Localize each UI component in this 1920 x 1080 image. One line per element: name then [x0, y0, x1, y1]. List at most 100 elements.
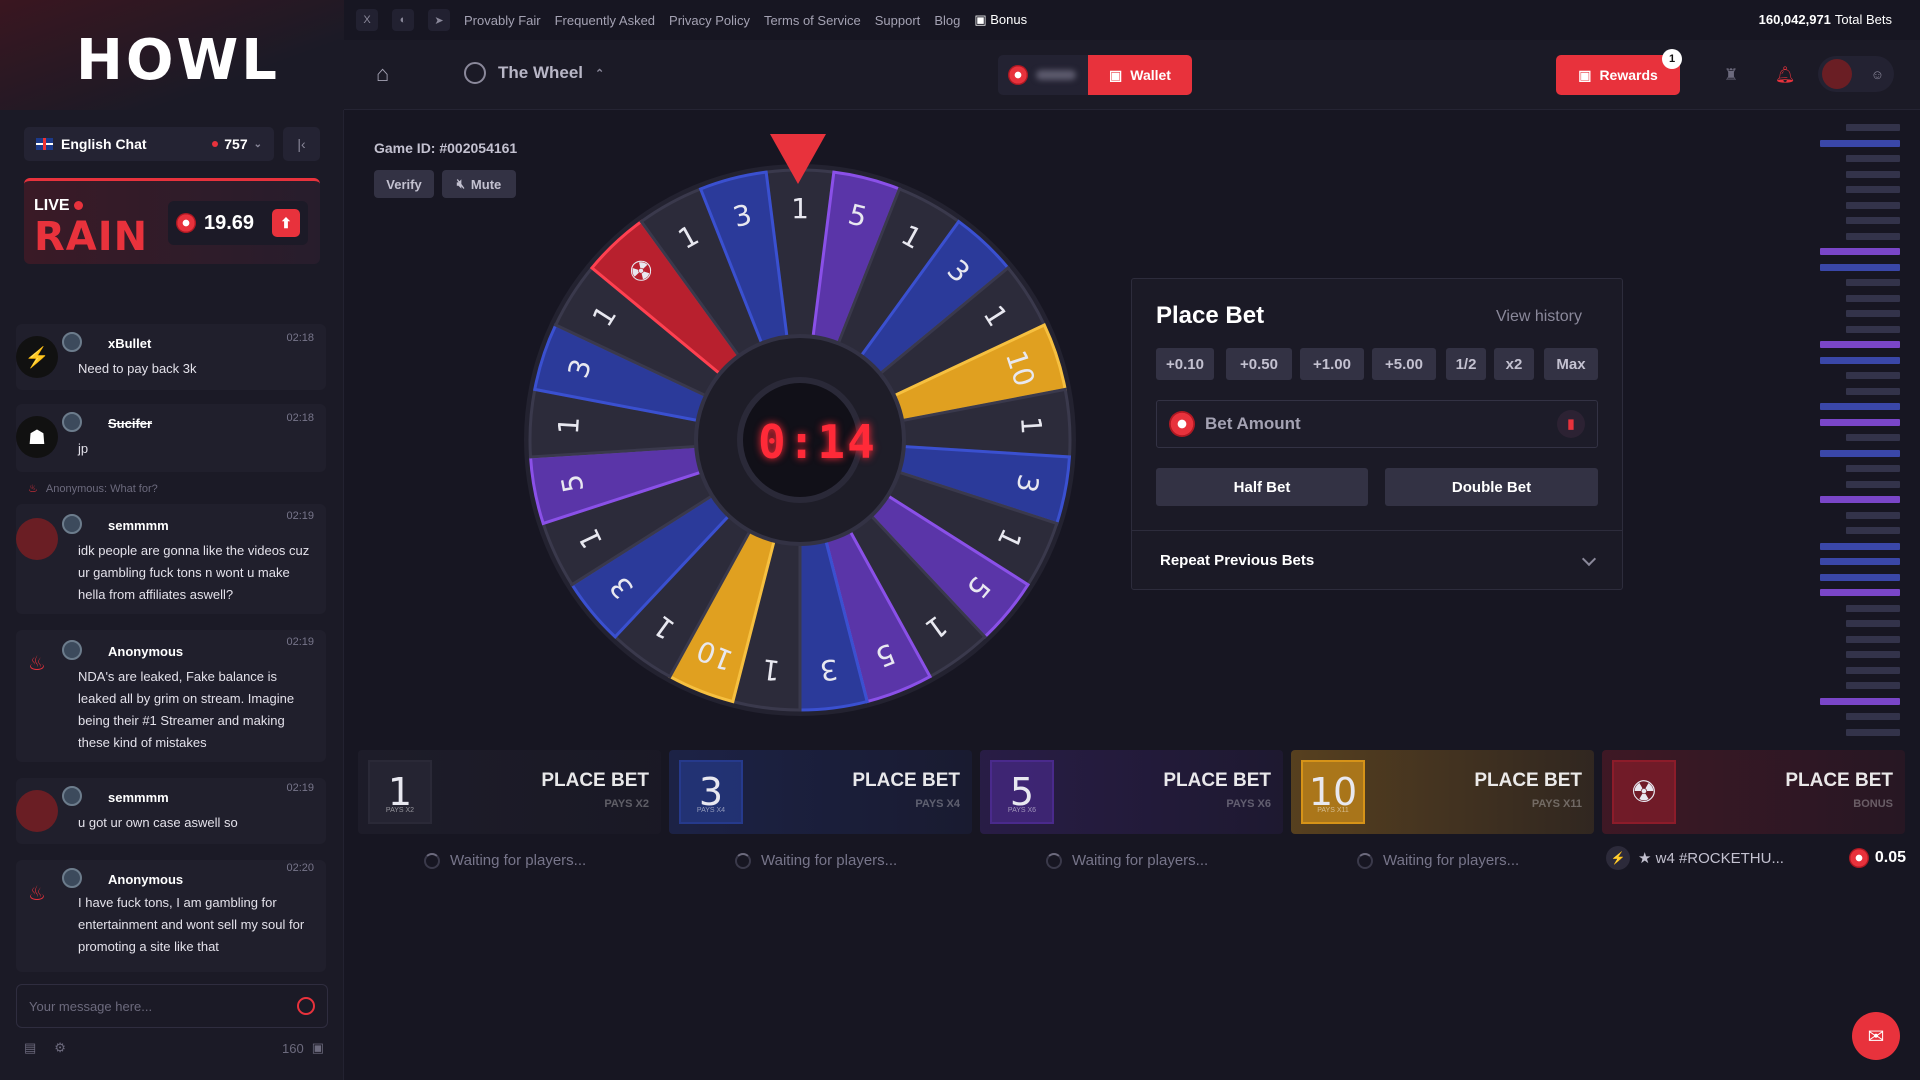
x-icon[interactable]: X [356, 9, 378, 31]
chat-message: ☗ Sucifer 02:18 jp [16, 404, 326, 472]
history-bar [1846, 325, 1900, 333]
home-icon[interactable]: ⌂ [376, 61, 402, 87]
bet-tile-5[interactable]: 5 PAYS X6 PLACE BET PAYS X6 [980, 750, 1283, 834]
message-username[interactable]: semmmm [108, 790, 169, 805]
place-bet-title: Place Bet [1156, 302, 1265, 329]
bonus-label: Bonus [990, 12, 1028, 27]
nav-terms[interactable]: Terms of Service [764, 13, 861, 28]
chat-input-placeholder: Your message here... [29, 998, 153, 1014]
message-username[interactable]: Anonymous [108, 872, 183, 887]
message-username[interactable]: semmmm [108, 518, 169, 533]
profile-menu[interactable]: ☺ [1818, 56, 1894, 92]
half-quick-button[interactable]: 1/2 [1446, 348, 1486, 380]
bet-amount-input[interactable]: Bet Amount ▮ [1156, 400, 1598, 448]
view-history-link[interactable]: View history [1496, 308, 1582, 326]
double-quick-button[interactable]: x2 [1494, 348, 1534, 380]
message-text: idk people are gonna like the videos cuz… [78, 543, 310, 602]
flame-avatar-icon[interactable]: ♨ [16, 642, 58, 684]
message-username[interactable]: Anonymous [108, 644, 183, 659]
avatar [1822, 59, 1852, 89]
message-username[interactable]: xBullet [108, 336, 151, 351]
user-avatar[interactable]: ☗ [16, 416, 58, 458]
bet-tile-1[interactable]: 1 PAYS X2 PLACE BET PAYS X2 [358, 750, 661, 834]
repeat-previous-bets[interactable]: Repeat Previous Bets [1132, 530, 1622, 590]
half-bet-button[interactable]: Half Bet [1156, 468, 1368, 506]
tile-multiplier: BONUS [1853, 798, 1893, 810]
message-time: 02:19 [286, 510, 314, 522]
history-bar [1846, 170, 1900, 178]
nav-support[interactable]: Support [875, 13, 921, 28]
bet-tile-10[interactable]: 10 PAYS X11 PLACE BET PAYS X11 [1291, 750, 1594, 834]
live-dot-icon [74, 201, 84, 210]
history-bar [1820, 248, 1900, 255]
user-avatar: ⚡ [1606, 846, 1630, 870]
max-button[interactable]: Max [1544, 348, 1598, 380]
wallet-button[interactable]: ▣ Wallet [1088, 55, 1192, 95]
game-selector[interactable]: The Wheel ⌃ [464, 62, 604, 84]
chat-input[interactable]: Your message here... [16, 984, 328, 1028]
nav-bonus[interactable]: ▣ Bonus [974, 12, 1027, 28]
verify-button[interactable]: Verify [374, 170, 434, 198]
balance-display[interactable] [998, 55, 1088, 95]
chat-room-select[interactable]: English Chat 757 ⌄ [24, 127, 274, 161]
tile-pays: PAYS X4 [696, 807, 726, 814]
rain-live-label: LIVE [34, 197, 84, 215]
rewards-label: Rewards [1599, 67, 1658, 83]
settings-icon[interactable]: ⚙ [54, 1040, 66, 1056]
trophy-icon[interactable]: ♜ [1720, 64, 1742, 86]
add-0-50-button[interactable]: +0.50 [1226, 348, 1292, 380]
user-avatar[interactable]: ⚡ [16, 336, 58, 378]
history-bar [1846, 186, 1900, 193]
message-text: u got ur own case aswell so [78, 815, 238, 830]
history-bar [1846, 124, 1900, 131]
nav-faq[interactable]: Frequently Asked [555, 13, 655, 28]
history-bar [1846, 217, 1900, 224]
double-bet-button[interactable]: Double Bet [1385, 468, 1598, 506]
spinner-icon [1357, 852, 1373, 869]
mute-button[interactable]: 🔇︎ Mute [442, 170, 516, 198]
nav-privacy[interactable]: Privacy Policy [669, 13, 750, 28]
nav-blog[interactable]: Blog [934, 13, 960, 28]
tile-label: PLACE BET [1474, 770, 1582, 791]
discord-icon[interactable]: ◐ [392, 9, 414, 31]
user-avatar[interactable] [16, 790, 58, 832]
user-avatar[interactable] [16, 518, 58, 560]
bet-tile-3[interactable]: 3 PAYS X4 PLACE BET PAYS X4 [669, 750, 972, 834]
spinner-icon [735, 852, 751, 869]
chat-room-label: English Chat [61, 136, 147, 152]
chat-message: ♨ Anonymous 02:19 NDA's are leaked, Fake… [16, 630, 326, 762]
bonus-bet-amount: 0.05 [1848, 848, 1906, 868]
add-0-10-button[interactable]: +0.10 [1156, 348, 1214, 380]
flame-avatar-icon[interactable]: ♨ [16, 872, 58, 914]
wallet-icon: ▣ [1109, 66, 1123, 83]
wallet-label: Wallet [1130, 67, 1171, 83]
site-logo[interactable]: HOWL [76, 28, 280, 93]
bet-tile-bonus[interactable]: ☢ PLACE BET BONUS [1602, 750, 1905, 834]
support-chat-button[interactable]: ✉ [1852, 1012, 1900, 1060]
repeat-label: Repeat Previous Bets [1160, 552, 1315, 569]
emoji-icon[interactable] [297, 997, 315, 1015]
tile-multiplier: PAYS X6 [1226, 798, 1271, 810]
waiting-text: Waiting for players... [1072, 852, 1209, 869]
add-1-button[interactable]: +1.00 [1300, 348, 1364, 380]
message-username[interactable]: Sucifer [108, 416, 152, 431]
bet-amount-placeholder: Bet Amount [1205, 414, 1301, 433]
trash-icon[interactable]: ▮ [1557, 410, 1585, 438]
rules-icon[interactable]: ▤ [24, 1040, 36, 1056]
history-bar [1846, 682, 1900, 689]
collapse-chat-button[interactable]: |‹ [283, 127, 320, 161]
chat-users-count: 160 [282, 1040, 304, 1056]
notification-bell-icon[interactable]: 🔔︎ [1774, 64, 1796, 86]
nav-provably-fair[interactable]: Provably Fair [464, 13, 541, 28]
wheel-pointer [770, 134, 826, 184]
telegram-icon[interactable]: ➤ [428, 9, 450, 31]
rain-tip-button[interactable]: ⬆ [272, 209, 300, 237]
history-bar [1846, 155, 1900, 162]
chat-bubble-icon: ▣ [311, 1040, 324, 1055]
history-bar [1846, 372, 1900, 379]
tile-multiplier: PAYS X4 [915, 798, 960, 810]
tile-number: 10 [1301, 760, 1365, 824]
history-bar [1846, 666, 1900, 674]
add-5-button[interactable]: +5.00 [1372, 348, 1436, 380]
tile-label: PLACE BET [852, 770, 960, 791]
